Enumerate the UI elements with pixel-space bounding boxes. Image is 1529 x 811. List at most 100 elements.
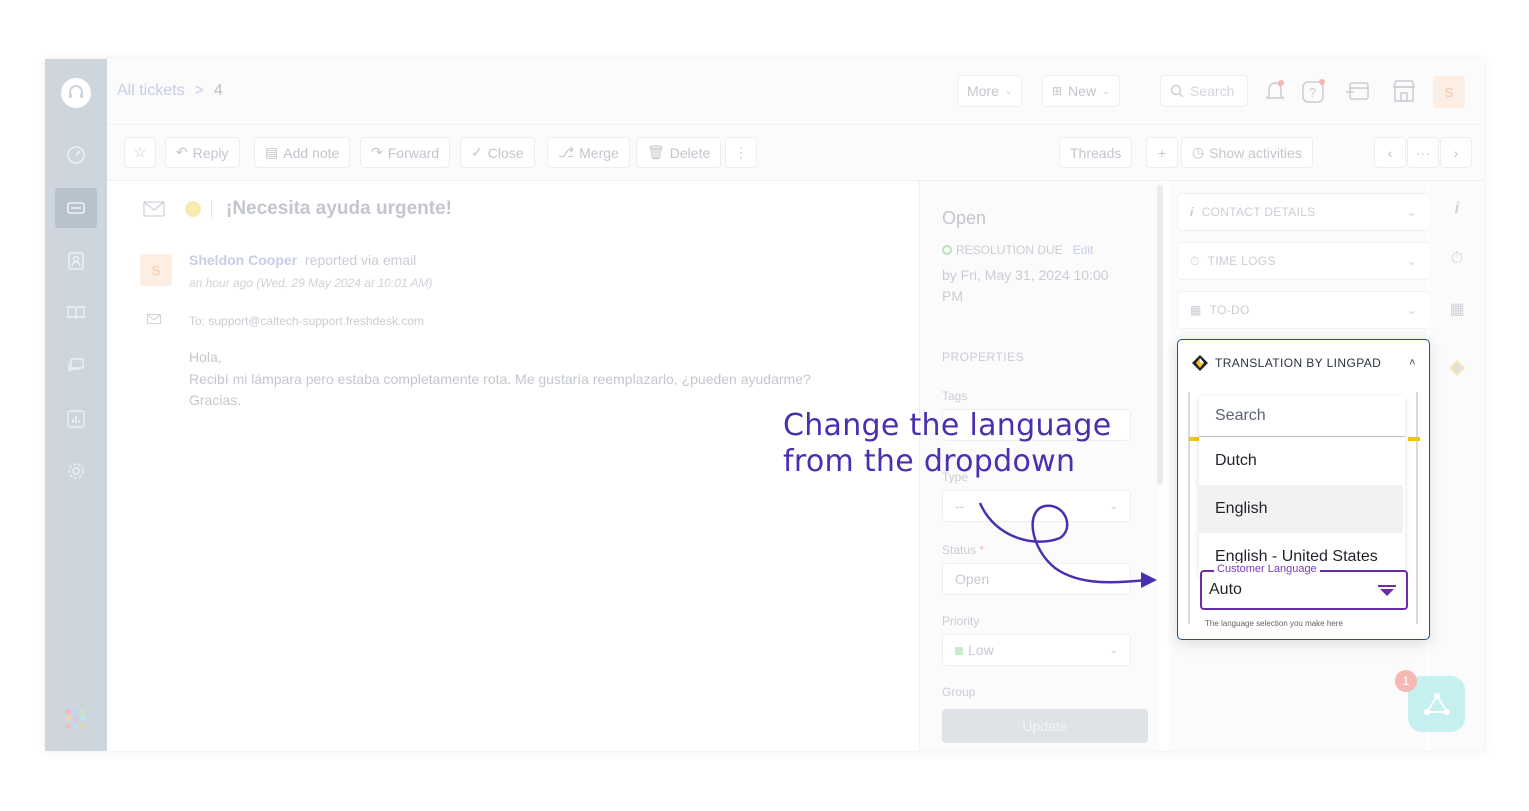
subject-row: ¡Necesita ayuda urgente! xyxy=(143,198,452,220)
reply-icon: ↶ xyxy=(176,144,188,160)
chevron-up-icon: ˄ xyxy=(1409,357,1416,369)
check-circle-icon: ✓ xyxy=(471,144,483,160)
info-icon[interactable]: i xyxy=(1447,199,1467,219)
reported-via: reported via email xyxy=(305,252,417,268)
threads-button[interactable]: Threads xyxy=(1059,137,1133,168)
priority-value: Low xyxy=(968,642,994,658)
merge-label: Merge xyxy=(579,144,619,161)
type-value: -- xyxy=(955,498,965,514)
customer-language-select[interactable]: Customer Language Auto xyxy=(1200,563,1408,610)
settings-gear-icon[interactable] xyxy=(55,451,97,491)
delete-button[interactable]: 🗑 Delete xyxy=(636,137,722,168)
notifications-bell-icon[interactable] xyxy=(1261,77,1289,105)
lingpad-translation-panel: TRANSLATION BY LINGPAD ˄ Search Dutch En… xyxy=(1177,339,1430,640)
dashboard-icon[interactable] xyxy=(55,135,97,175)
language-option-label: Dutch xyxy=(1215,452,1257,469)
divider xyxy=(211,200,212,218)
contacts-icon[interactable] xyxy=(55,241,97,281)
breadcrumb-all-tickets[interactable]: All tickets xyxy=(117,82,185,100)
calendar-icon: ▦ xyxy=(1190,303,1202,317)
user-avatar[interactable]: S xyxy=(1433,76,1465,108)
more-actions-button[interactable]: ⋮ xyxy=(725,137,757,168)
tickets-icon[interactable] xyxy=(55,188,97,228)
search-icon xyxy=(1170,84,1184,98)
search-placeholder: Search xyxy=(1190,83,1235,99)
requester-name[interactable]: Sheldon Cooper xyxy=(189,252,297,268)
chevron-down-icon: ⌄ xyxy=(1004,85,1013,96)
chat-widget-button[interactable] xyxy=(1408,676,1465,732)
apps-grid-icon[interactable] xyxy=(66,709,86,729)
time-logs-label: TIME LOGS xyxy=(1207,254,1276,268)
message-body: Hola, Recibí mi lámpara pero estaba comp… xyxy=(189,347,811,412)
forward-label: Forward xyxy=(387,144,440,161)
customer-language-value: Auto xyxy=(1209,581,1242,598)
breadcrumb-ticket-number: 4 xyxy=(213,82,223,99)
calendar-sync-icon[interactable] xyxy=(1344,77,1372,105)
marketplace-store-icon[interactable] xyxy=(1390,77,1418,105)
chat-notification-badge: 1 xyxy=(1395,670,1417,692)
reports-icon[interactable] xyxy=(55,399,97,439)
activity-clock-icon: ◷ xyxy=(1192,144,1205,160)
status-label-text: Status xyxy=(942,543,977,557)
priority-select[interactable]: Low ⌄ xyxy=(942,634,1131,666)
stopwatch-icon[interactable]: ⏱ xyxy=(1447,249,1467,269)
message-timestamp: an hour ago (Wed, 29 May 2024 at 10:01 A… xyxy=(189,276,433,290)
neutral-sentiment-icon xyxy=(185,201,201,217)
star-button[interactable]: ☆ xyxy=(124,137,156,168)
forums-icon[interactable] xyxy=(55,346,97,386)
chevron-down-icon: ⌄ xyxy=(1406,205,1417,219)
properties-scrollbar[interactable] xyxy=(1157,185,1163,485)
lingpad-header[interactable]: TRANSLATION BY LINGPAD ˄ xyxy=(1178,340,1429,386)
tutorial-annotation: Change the language from the dropdown xyxy=(783,408,1112,480)
green-dot-icon xyxy=(942,245,952,255)
chevron-down-icon: ⌄ xyxy=(1102,85,1110,96)
ticket-subject: ¡Necesita ayuda urgente! xyxy=(226,198,452,219)
properties-section-title: PROPERTIES xyxy=(942,350,1025,364)
knowledge-base-icon[interactable] xyxy=(55,293,97,333)
body-line: Hola, xyxy=(189,349,222,365)
calendar-icon[interactable]: ▦ xyxy=(1447,299,1467,319)
info-icon: i xyxy=(1190,205,1194,219)
update-button[interactable]: Update xyxy=(942,709,1148,743)
resolution-due: RESOLUTION DUE Edit xyxy=(942,243,1093,257)
freshdesk-logo-icon[interactable] xyxy=(61,78,91,108)
todo-card[interactable]: ▦ TO-DO ⌄ xyxy=(1177,291,1430,329)
language-option-english[interactable]: English xyxy=(1199,485,1403,533)
header-bar: All tickets > 4 More ⌄ ⊞ New ⌄ Search ? xyxy=(107,59,1484,125)
priority-value-wrap: Low xyxy=(955,642,994,658)
add-note-button[interactable]: ▤ Add note xyxy=(254,137,351,168)
dropdown-caret-icon xyxy=(1378,585,1396,596)
language-search-placeholder: Search xyxy=(1215,407,1266,424)
ticket-toolbar: ☆ ↶ Reply ▤ Add note ↷ Forward ✓ Close ⎇… xyxy=(107,125,1484,181)
more-button[interactable]: More ⌄ xyxy=(957,75,1023,107)
left-sidebar xyxy=(45,59,107,751)
next-ticket-button[interactable]: › xyxy=(1440,137,1472,168)
help-icon[interactable]: ? xyxy=(1300,77,1328,105)
contact-details-card[interactable]: i CONTACT DETAILS ⌄ xyxy=(1177,193,1430,231)
language-option-dutch[interactable]: Dutch xyxy=(1199,437,1405,485)
lingpad-logo-icon[interactable] xyxy=(1447,358,1467,378)
priority-label: Priority xyxy=(942,614,980,628)
delete-label: Delete xyxy=(669,144,711,161)
new-button[interactable]: ⊞ New ⌄ xyxy=(1042,75,1120,107)
previous-ticket-button[interactable]: ‹ xyxy=(1374,137,1406,168)
reply-label: Reply xyxy=(192,144,229,161)
merge-button[interactable]: ⎇ Merge xyxy=(547,137,630,168)
edit-due-link[interactable]: Edit xyxy=(1073,243,1094,257)
customer-language-legend: Customer Language xyxy=(1214,563,1320,575)
envelope-icon xyxy=(147,314,161,324)
reply-button[interactable]: ↶ Reply xyxy=(165,137,240,168)
language-search-input[interactable]: Search xyxy=(1199,396,1405,437)
svg-text:?: ? xyxy=(1309,85,1316,100)
add-thread-button[interactable]: + xyxy=(1146,137,1178,168)
show-activities-button[interactable]: ◷ Show activities xyxy=(1181,137,1313,168)
time-logs-card[interactable]: ⏱ TIME LOGS ⌄ xyxy=(1177,242,1430,280)
close-ticket-button[interactable]: ✓ Close xyxy=(460,137,535,168)
search-input[interactable]: Search xyxy=(1160,75,1248,107)
priority-swatch-icon xyxy=(955,647,963,655)
ticket-nav-menu-button[interactable]: ··· xyxy=(1407,137,1439,168)
chevron-down-icon: ⌄ xyxy=(1406,303,1417,317)
network-icon xyxy=(1423,693,1450,715)
forward-button[interactable]: ↷ Forward xyxy=(360,137,451,168)
body-line: Recibí mi lámpara pero estaba completame… xyxy=(189,370,811,387)
